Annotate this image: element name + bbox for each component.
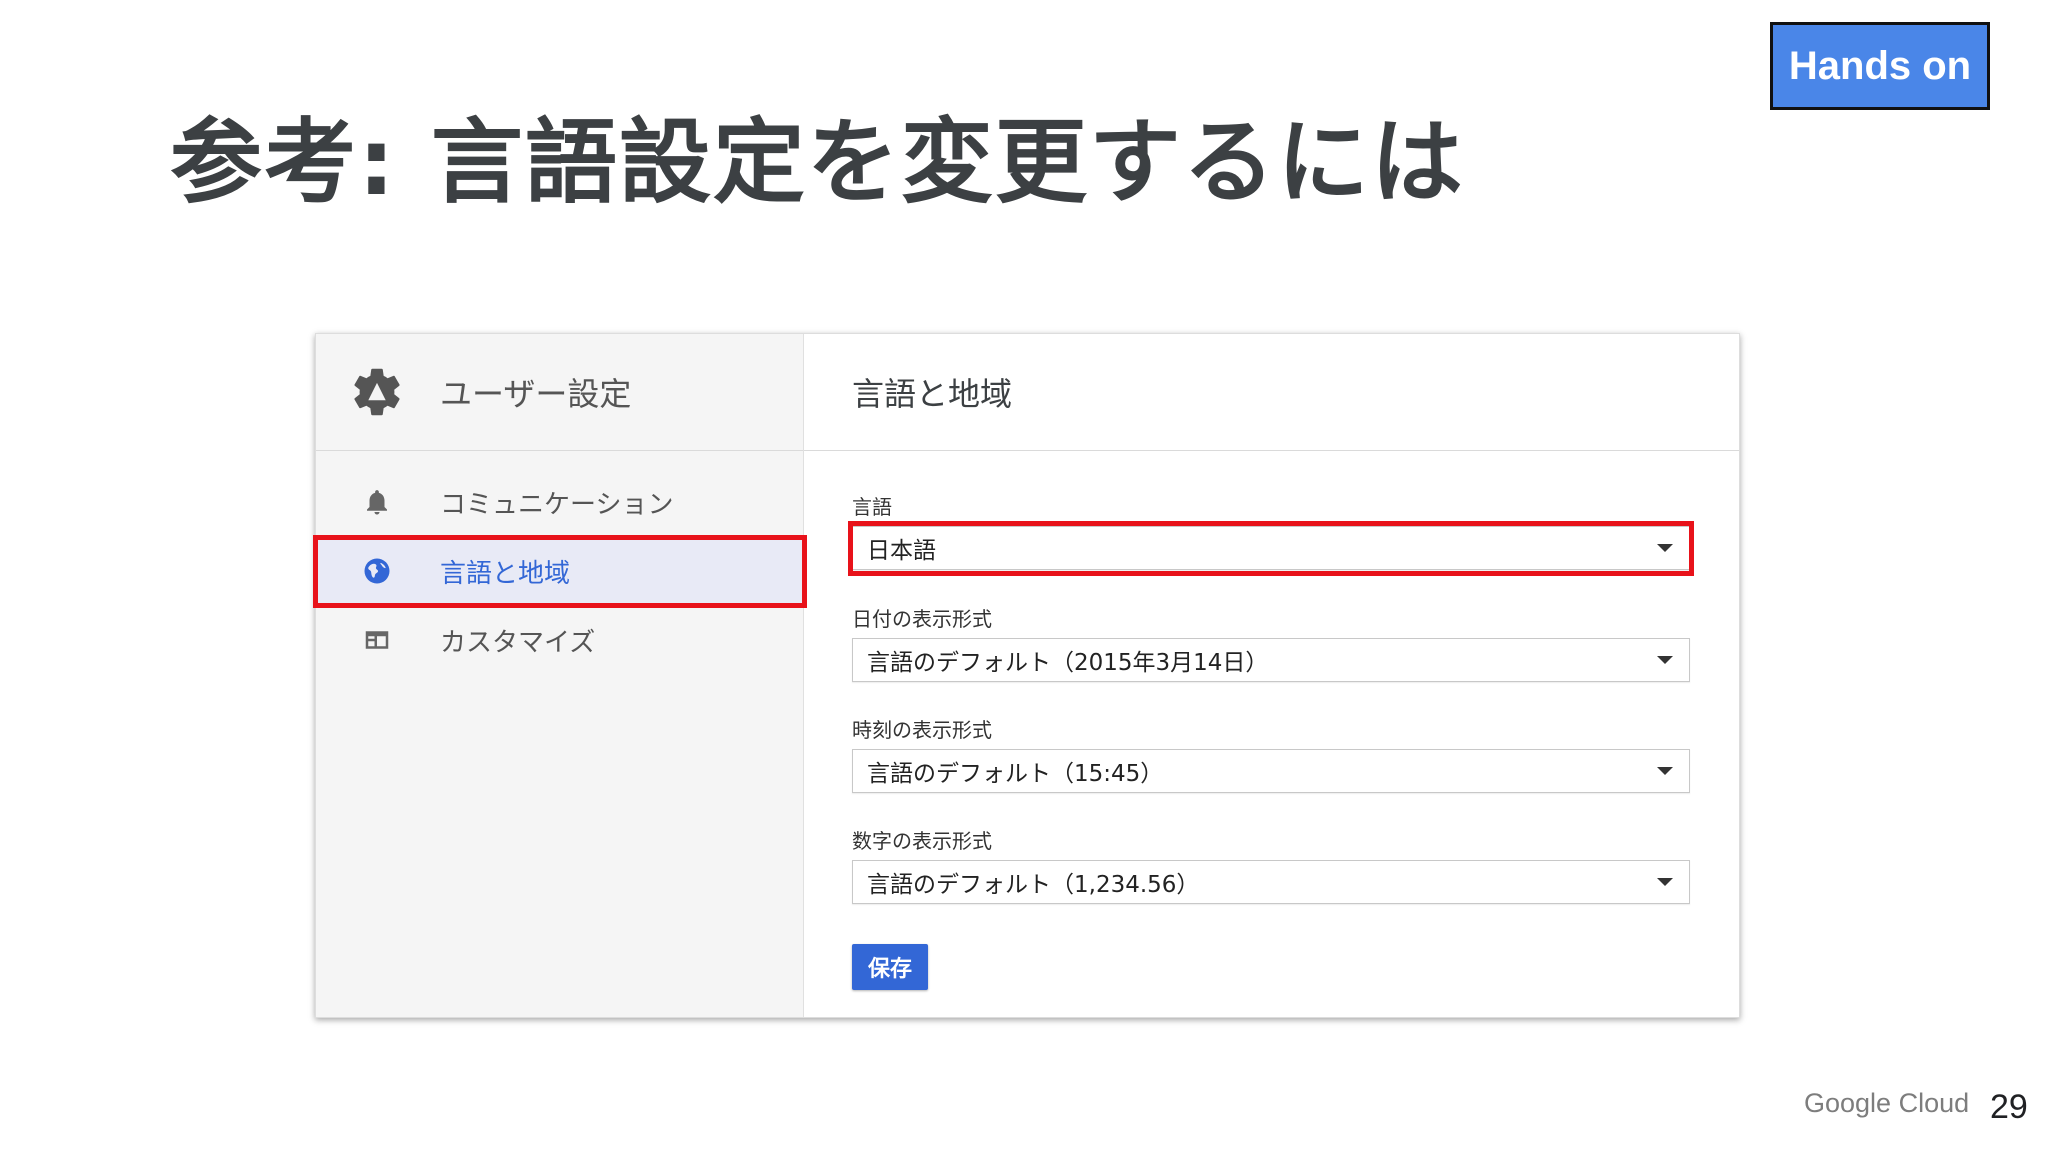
highlight-box-language [848, 521, 1694, 576]
save-button[interactable]: 保存 [852, 944, 928, 990]
date-format-select[interactable]: 言語のデフォルト（2015年3月14日） [852, 638, 1690, 682]
date-format-value: 言語のデフォルト（2015年3月14日） [867, 650, 1269, 676]
bell-icon [367, 490, 387, 515]
sidebar-item-customize[interactable]: カスタマイズ [316, 606, 804, 674]
sidebar-item-communication[interactable]: コミュニケーション [316, 468, 804, 536]
slide-title: 参考: 言語設定を変更するには [170, 109, 1465, 216]
sidebar-item-label: コミュニケーション [440, 489, 674, 520]
language-label: 言語 [852, 495, 892, 519]
sidebar-title: ユーザー設定 [440, 375, 632, 413]
highlight-box-sidebar [313, 535, 807, 608]
sidebar: ユーザー設定 コミュニケーション 言語と地域 カスタマイズ [316, 334, 804, 1017]
date-format-label: 日付の表示形式 [852, 607, 992, 631]
time-format-label: 時刻の表示形式 [852, 718, 992, 742]
gear-icon [354, 368, 400, 416]
google-cloud-logo: Google Cloud [1804, 1088, 1970, 1118]
main-title: 言語と地域 [852, 375, 1013, 413]
time-format-value: 言語のデフォルト（15:45） [867, 761, 1164, 787]
main-content: 言語と地域 言語 日本語 日付の表示形式 言語のデフォルト（2015年3月14日… [804, 334, 1739, 1017]
hands-on-badge: Hands on [1770, 22, 1990, 110]
sidebar-item-label: カスタマイズ [440, 627, 596, 658]
page-number: 29 [1990, 1088, 2028, 1126]
time-format-select[interactable]: 言語のデフォルト（15:45） [852, 749, 1690, 793]
sidebar-header: ユーザー設定 [316, 334, 803, 451]
caret-down-icon [1657, 767, 1673, 775]
caret-down-icon [1657, 878, 1673, 886]
caret-down-icon [1657, 656, 1673, 664]
number-format-value: 言語のデフォルト（1,234.56） [867, 872, 1200, 898]
settings-panel: ユーザー設定 コミュニケーション 言語と地域 カスタマイズ 言語と地域 言語 日… [313, 333, 1740, 1018]
number-format-select[interactable]: 言語のデフォルト（1,234.56） [852, 860, 1690, 904]
main-header: 言語と地域 [804, 334, 1739, 451]
dashboard-icon [365, 631, 389, 649]
number-format-label: 数字の表示形式 [852, 829, 992, 853]
